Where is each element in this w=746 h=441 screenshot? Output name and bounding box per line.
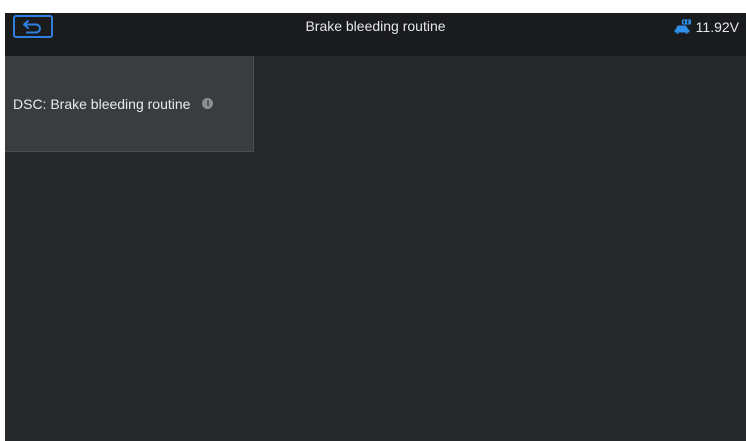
battery-status: 11.92V bbox=[674, 13, 739, 40]
info-icon[interactable]: i bbox=[202, 98, 214, 109]
menu-item-label: DSC: Brake bleeding routine bbox=[13, 95, 191, 112]
back-button[interactable] bbox=[13, 15, 53, 38]
menu-item-dsc-brake-bleeding[interactable]: DSC: Brake bleeding routine i bbox=[5, 56, 254, 152]
voltage-readout: 11.92V bbox=[695, 18, 739, 35]
back-arrow-icon bbox=[23, 20, 41, 34]
content-area: DSC: Brake bleeding routine i bbox=[5, 56, 746, 441]
vehicle-battery-icon bbox=[674, 19, 691, 34]
title-bar: Brake bleeding routine 11.92V bbox=[5, 13, 746, 56]
page-title: Brake bleeding routine bbox=[305, 18, 446, 34]
screen: Brake bleeding routine 11.92V DSC: Brake… bbox=[0, 0, 746, 441]
